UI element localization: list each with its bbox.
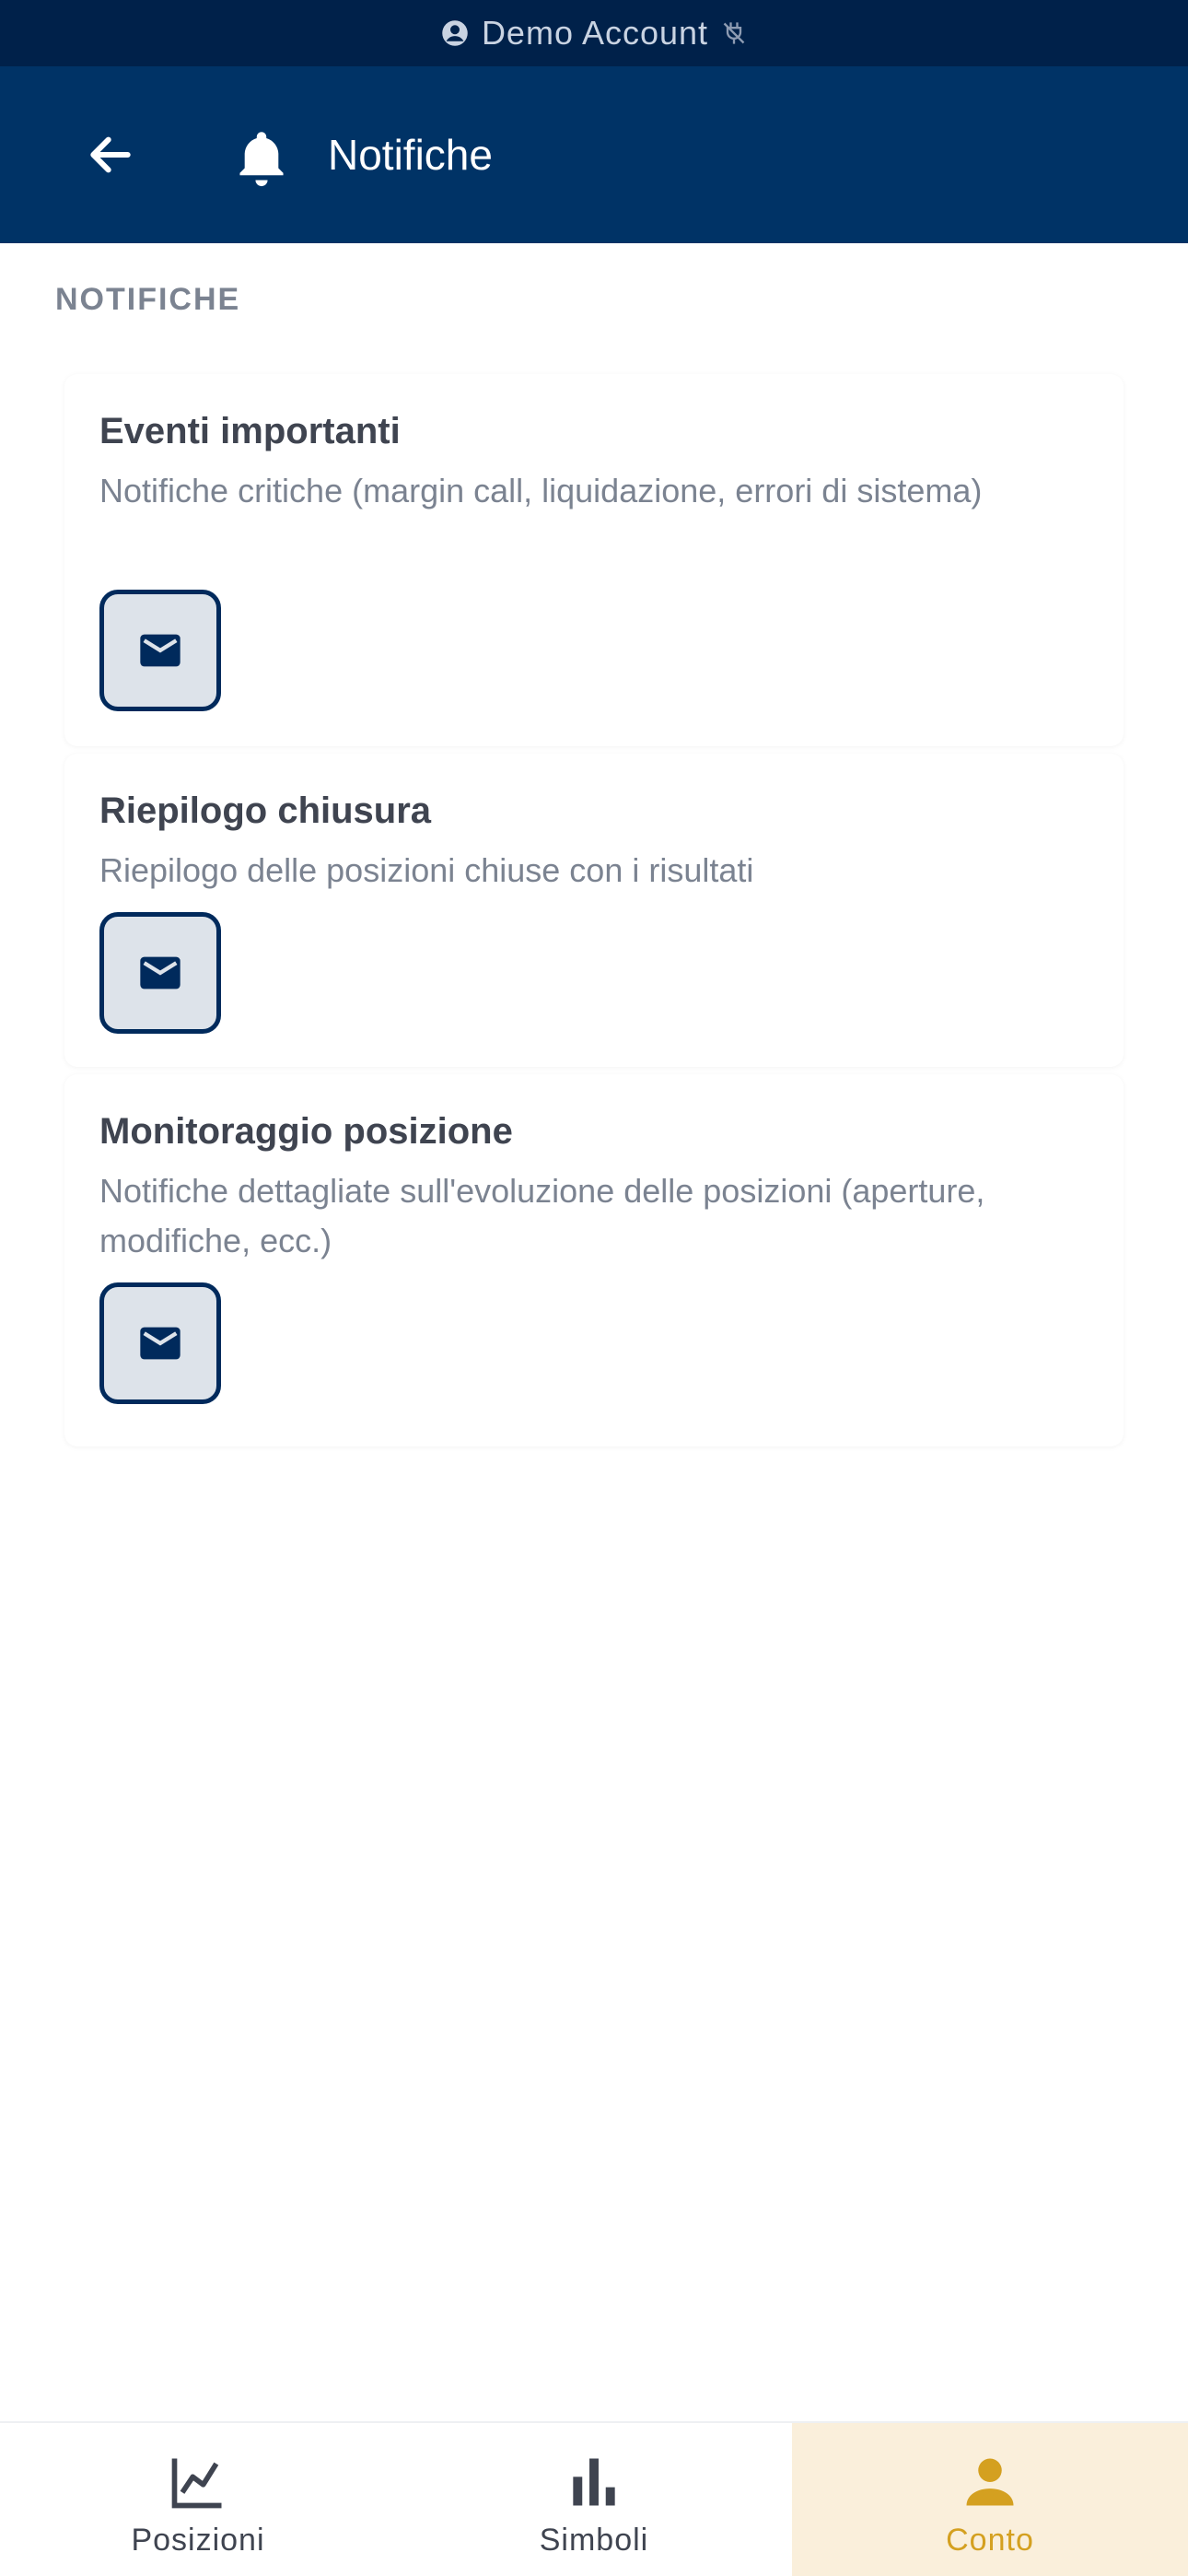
nav-label: Posizioni xyxy=(131,2523,265,2558)
page-title: Notifiche xyxy=(328,131,493,179)
notification-card-position-monitoring: Monitoraggio posizione Notifiche dettagl… xyxy=(64,1074,1124,1446)
person-icon xyxy=(966,2458,1014,2506)
card-description: Notifiche dettagliate sull'evoluzione de… xyxy=(99,1172,985,1259)
app-header: Notifiche xyxy=(0,66,1188,243)
card-title: Monitoraggio posizione xyxy=(99,1111,513,1152)
card-title: Riepilogo chiusura xyxy=(99,790,432,831)
nav-item-posizioni[interactable]: Posizioni xyxy=(0,2423,396,2576)
account-label: Demo Account xyxy=(481,14,709,52)
card-title: Eventi importanti xyxy=(99,411,401,451)
section-label: NOTIFICHE xyxy=(55,282,241,317)
bar-chart-icon xyxy=(573,2458,615,2506)
nav-label: Simboli xyxy=(539,2523,649,2558)
line-chart-icon xyxy=(171,2458,222,2509)
back-button[interactable] xyxy=(74,118,147,192)
status-bar: Demo Account xyxy=(0,0,1188,66)
mail-icon xyxy=(140,1327,181,1360)
notification-card-important-events: Eventi importanti Notifiche critiche (ma… xyxy=(64,374,1124,746)
nav-label: Conto xyxy=(946,2523,1034,2558)
card-description: Riepilogo delle posizioni chiuse con i r… xyxy=(99,851,754,889)
card-description: Notifiche critiche (margin call, liquida… xyxy=(99,472,983,509)
email-toggle-button[interactable] xyxy=(99,912,221,1034)
plug-off-icon xyxy=(723,22,745,44)
arrow-left-icon xyxy=(90,136,131,173)
mail-icon xyxy=(140,634,181,667)
bottom-navigation: Posizioni Simboli Conto xyxy=(0,2421,1188,2576)
email-toggle-button[interactable] xyxy=(99,1282,221,1404)
nav-item-conto[interactable]: Conto xyxy=(792,2423,1188,2576)
mail-icon xyxy=(140,956,181,989)
nav-item-simboli[interactable]: Simboli xyxy=(396,2423,792,2576)
account-circle-icon xyxy=(442,20,468,46)
email-toggle-button[interactable] xyxy=(99,590,221,711)
bell-icon xyxy=(239,132,284,187)
notification-card-closing-summary: Riepilogo chiusura Riepilogo delle posiz… xyxy=(64,754,1124,1067)
